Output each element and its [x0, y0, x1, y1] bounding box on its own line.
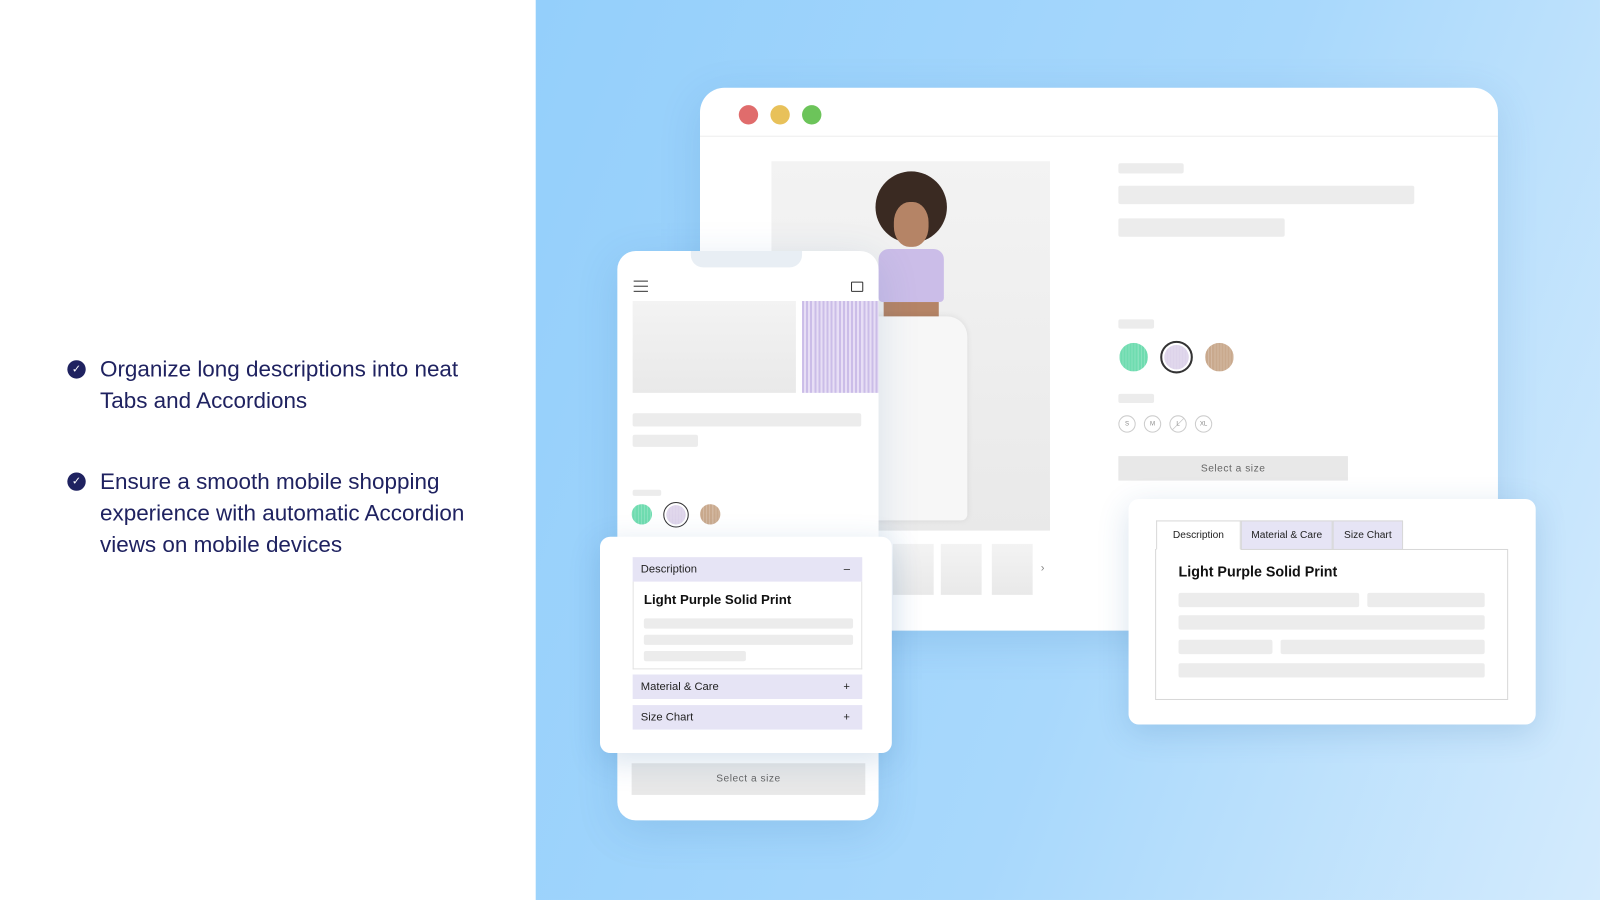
accordion-label: Description [640, 563, 697, 576]
select-size-button[interactable]: Select a size [1118, 456, 1348, 481]
color-swatch-selected[interactable] [663, 502, 689, 528]
color-swatch[interactable] [699, 504, 721, 525]
check-circle-icon: ✓ [67, 360, 86, 379]
shopping-bag-icon[interactable] [851, 281, 864, 292]
divider [699, 135, 1498, 137]
accordion-header-size-chart[interactable]: Size Chart + [632, 705, 863, 730]
collapse-icon[interactable]: – [844, 563, 850, 575]
size-option[interactable]: XL [1194, 415, 1213, 433]
tab-material-care[interactable]: Material & Care [1240, 520, 1333, 550]
product-image[interactable] [632, 301, 796, 393]
thumbnail[interactable] [940, 543, 982, 595]
thumbnail[interactable] [892, 543, 934, 595]
maximize-dot-icon [802, 105, 822, 125]
thumbnail[interactable] [991, 543, 1033, 595]
accordion-label: Material & Care [640, 680, 719, 693]
tab-description[interactable]: Description [1156, 520, 1241, 550]
tab-panel: Light Purple Solid Print [1155, 548, 1509, 700]
feature-text: Ensure a smooth mobile shopping experien… [99, 468, 465, 558]
select-size-button[interactable]: Select a size [631, 763, 866, 795]
close-dot-icon [738, 105, 759, 125]
expand-icon[interactable]: + [843, 711, 850, 723]
color-swatch[interactable] [1205, 342, 1234, 372]
accordion-label: Size Chart [640, 711, 694, 724]
product-image[interactable] [802, 301, 879, 393]
color-swatch[interactable] [631, 504, 653, 525]
feature-text: Organize long descriptions into neat Tab… [99, 356, 459, 414]
accordion-widget: Description – Light Purple Solid Print M… [599, 536, 892, 754]
feature-item: ✓ Ensure a smooth mobile shopping experi… [67, 465, 506, 560]
feature-item: ✓ Organize long descriptions into neat T… [67, 353, 506, 416]
phone-notch [690, 251, 803, 268]
content-title: Light Purple Solid Print [1178, 563, 1338, 580]
tab-size-chart[interactable]: Size Chart [1332, 520, 1404, 550]
size-option[interactable]: M [1143, 415, 1162, 433]
accordion-panel: Light Purple Solid Print [632, 581, 863, 670]
accordion-header-material-care[interactable]: Material & Care + [632, 674, 863, 699]
color-swatch-selected[interactable] [1160, 340, 1193, 374]
next-arrow-icon[interactable]: › [1041, 562, 1045, 574]
minimize-dot-icon [770, 105, 790, 125]
expand-icon[interactable]: + [843, 681, 850, 693]
color-swatch[interactable] [1119, 342, 1148, 372]
hamburger-menu-icon[interactable] [633, 280, 648, 292]
check-circle-icon: ✓ [67, 472, 86, 491]
tabs-widget: Description Material & Care Size Chart L… [1128, 498, 1536, 725]
content-title: Light Purple Solid Print [643, 591, 792, 608]
size-option[interactable]: S [1118, 415, 1136, 433]
size-option-unavailable[interactable]: L [1169, 415, 1187, 433]
accordion-header-description[interactable]: Description – [632, 557, 863, 582]
